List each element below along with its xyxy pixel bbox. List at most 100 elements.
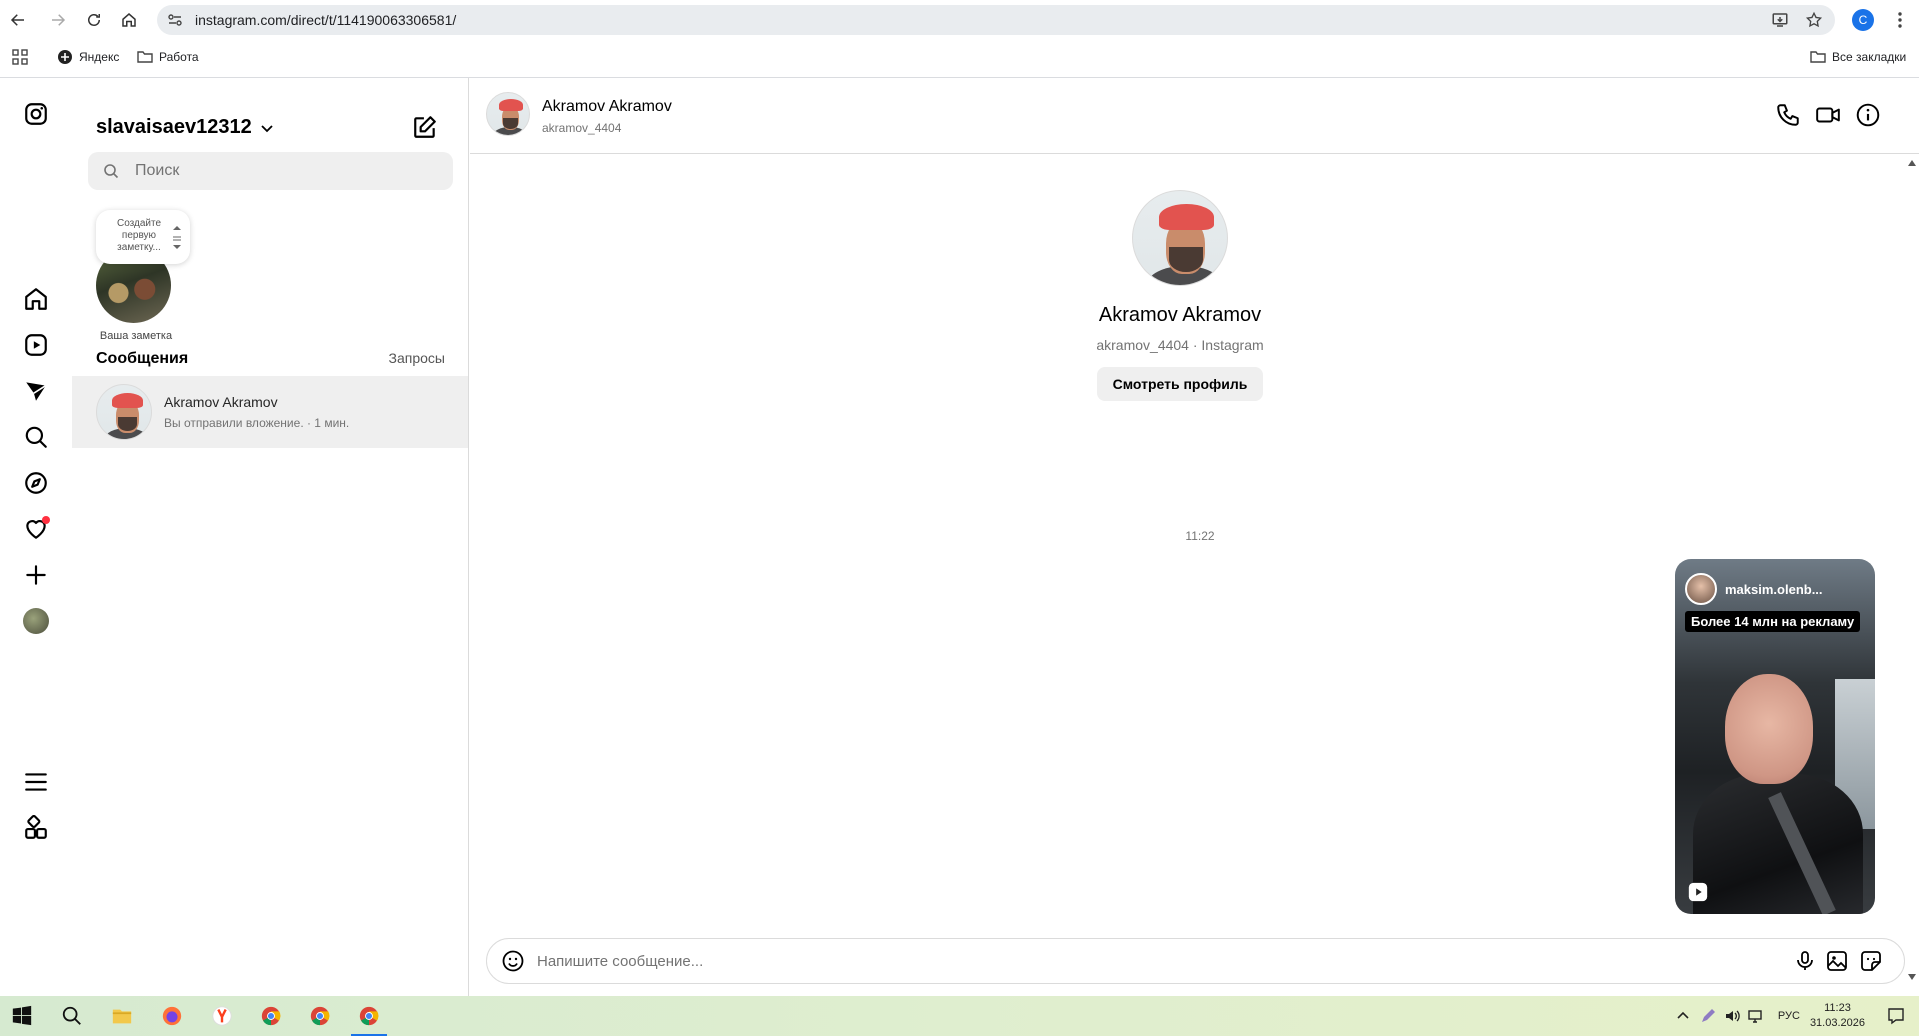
search-input[interactable]	[135, 162, 435, 180]
nav-profile[interactable]	[22, 607, 50, 635]
note-bubble[interactable]: Создайте первую заметку...	[96, 210, 190, 264]
new-message-button[interactable]	[412, 114, 438, 140]
account-switcher[interactable]: slavaisaev12312	[96, 116, 274, 139]
sticker-button[interactable]	[1859, 949, 1883, 973]
taskbar-chrome-3-active[interactable]	[357, 1004, 381, 1028]
bookmark-star-icon[interactable]	[1805, 11, 1823, 29]
notifications-center-icon[interactable]	[1887, 1007, 1905, 1025]
taskbar-firefox[interactable]	[160, 1004, 184, 1028]
thread-item[interactable]: Akramov Akramov Вы отправили вложение. ·…	[72, 376, 468, 448]
url-text: instagram.com/direct/t/114190063306581/	[195, 12, 457, 28]
nav-explore[interactable]	[22, 469, 50, 497]
info-icon	[1856, 103, 1880, 127]
network-icon[interactable]	[1748, 1008, 1764, 1024]
windows-logo-icon	[12, 1005, 32, 1026]
search-icon	[25, 426, 47, 448]
phone-icon	[1777, 104, 1799, 126]
header-name[interactable]: Akramov Akramov	[542, 98, 672, 116]
header-username: akramov_4404	[542, 121, 622, 135]
inbox-panel: slavaisaev12312 Создайте первую заметку.…	[72, 78, 469, 996]
reel-author-name: maksim.olenb...	[1725, 581, 1823, 597]
nav-create[interactable]	[22, 561, 50, 589]
shared-reel-message[interactable]: maksim.olenb... Более 14 млн на рекламу	[1675, 559, 1875, 914]
scroll-up-arrow-icon[interactable]	[1908, 160, 1916, 166]
input-language[interactable]: РУС	[1778, 1010, 1800, 1022]
nav-search[interactable]	[22, 423, 50, 451]
note-label: Ваша заметка	[99, 330, 173, 342]
emoji-icon[interactable]	[501, 949, 525, 973]
plus-icon	[26, 565, 46, 585]
reel-author-avatar	[1685, 573, 1717, 605]
sticker-icon	[1861, 951, 1881, 971]
conversation-scrollbar[interactable]	[1905, 154, 1919, 996]
compose-icon	[414, 116, 436, 138]
thread-preview: Вы отправили вложение. · 1 мин.	[164, 416, 350, 430]
forward-button[interactable]	[46, 8, 70, 32]
nav-reels[interactable]	[22, 331, 50, 359]
install-app-icon[interactable]	[1771, 11, 1789, 29]
instagram-nav-rail	[0, 78, 72, 996]
view-profile-button[interactable]: Смотреть профиль	[1096, 367, 1264, 401]
conversation-panel: Akramov Akramov akramov_4404 Akramov Akr…	[470, 78, 1919, 996]
home-button[interactable]	[117, 8, 141, 32]
firefox-icon	[162, 1006, 182, 1026]
browser-profile-avatar[interactable]: C	[1852, 9, 1874, 31]
reload-icon	[88, 14, 100, 26]
taskbar-search-button[interactable]	[60, 1004, 84, 1028]
home-icon	[122, 13, 136, 27]
conversation-info-button[interactable]	[1855, 102, 1883, 130]
nav-home[interactable]	[22, 285, 50, 313]
bookmark-folder-work[interactable]: Работа	[137, 49, 199, 65]
requests-link[interactable]: Запросы	[389, 350, 445, 368]
taskbar-yandex-browser[interactable]	[210, 1004, 234, 1028]
note-bubble-text: Создайте первую заметку...	[116, 218, 162, 253]
apps-button[interactable]	[12, 49, 28, 65]
site-settings-icon[interactable]	[167, 12, 183, 28]
taskbar-file-explorer[interactable]	[110, 1004, 134, 1028]
bookmark-yandex[interactable]: Яндекс	[57, 49, 119, 65]
reload-button[interactable]	[82, 8, 106, 32]
notification-dot	[42, 516, 50, 524]
pen-icon[interactable]	[1700, 1008, 1716, 1024]
header-avatar[interactable]	[486, 92, 530, 136]
chrome-icon	[359, 1006, 379, 1026]
start-button[interactable]	[10, 1004, 34, 1028]
all-bookmarks-button[interactable]: Все закладки	[1810, 49, 1906, 65]
chevron-up-icon[interactable]	[1676, 1009, 1690, 1023]
profile-card-subtitle: akramov_4404 · Instagram	[1096, 337, 1264, 353]
search-icon	[104, 164, 119, 179]
browser-toolbar: instagram.com/direct/t/114190063306581/ …	[0, 0, 1919, 40]
nav-notifications[interactable]	[22, 515, 50, 543]
address-bar[interactable]: instagram.com/direct/t/114190063306581/	[157, 5, 1835, 35]
thread-avatar	[96, 384, 152, 440]
attach-image-button[interactable]	[1825, 949, 1849, 973]
message-input[interactable]	[537, 952, 1737, 970]
scroll-down-arrow-icon[interactable]	[1908, 974, 1916, 980]
taskbar-chrome-2[interactable]	[308, 1004, 332, 1028]
message-timestamp: 11:22	[1185, 529, 1215, 543]
browser-menu-button[interactable]	[1890, 10, 1910, 30]
chrome-icon	[310, 1006, 330, 1026]
nav-more[interactable]	[22, 768, 50, 796]
taskbar-chrome-1[interactable]	[259, 1004, 283, 1028]
chrome-icon	[261, 1006, 281, 1026]
volume-icon[interactable]	[1724, 1008, 1740, 1024]
system-clock[interactable]: 11:23 31.03.2026	[1810, 1001, 1865, 1031]
nav-meta-apps[interactable]	[22, 814, 50, 842]
nav-direct[interactable]	[22, 377, 50, 405]
search-box[interactable]	[88, 152, 453, 190]
instagram-logo-button[interactable]	[22, 100, 50, 128]
audio-call-button[interactable]	[1775, 102, 1803, 130]
reel-author[interactable]: maksim.olenb...	[1685, 573, 1823, 605]
folder-icon	[1810, 51, 1826, 63]
apps-grid-icon	[12, 49, 28, 65]
messenger-send-icon	[26, 382, 47, 401]
yandex-plus-icon	[58, 50, 72, 64]
video-call-button[interactable]	[1815, 102, 1843, 130]
message-composer[interactable]	[486, 938, 1905, 984]
search-icon	[62, 1006, 81, 1025]
voice-message-button[interactable]	[1793, 949, 1817, 973]
back-button[interactable]	[6, 8, 30, 32]
profile-card-name: Akramov Akramov	[1098, 304, 1262, 326]
arrow-right-icon	[52, 14, 66, 26]
